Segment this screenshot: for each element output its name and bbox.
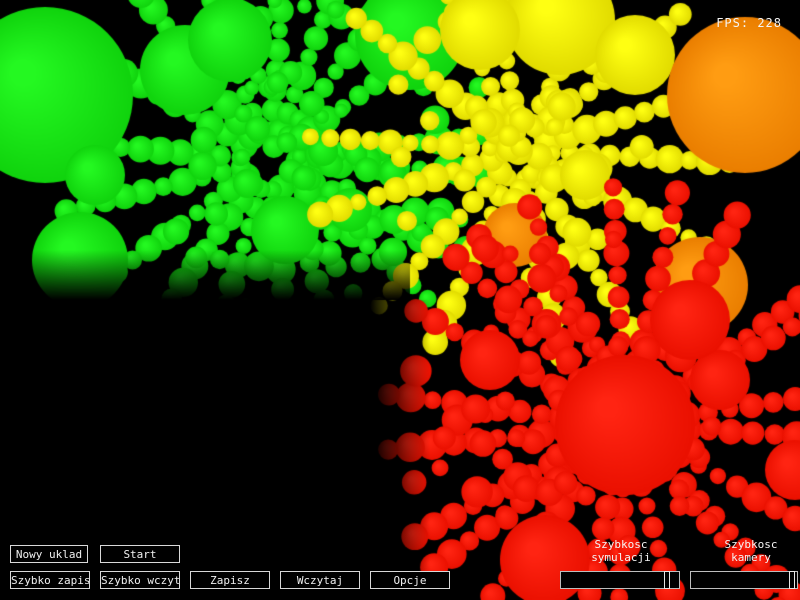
camera-speed-label: Szybkosc kamery [716, 538, 786, 564]
simulation-speed-slider-fill [561, 572, 665, 588]
camera-speed-slider-fill [691, 572, 790, 588]
new-layout-button[interactable]: Nowy uklad [10, 545, 88, 563]
camera-speed-slider-knob[interactable] [789, 571, 795, 589]
simulation-speed-slider[interactable] [560, 571, 680, 589]
simulation-speed-label-line1: Szybkosc [594, 538, 648, 551]
simulation-speed-slider-knob[interactable] [664, 571, 670, 589]
start-button[interactable]: Start [100, 545, 180, 563]
fps-counter: FPS: 228 [716, 16, 782, 30]
load-button[interactable]: Wczytaj [280, 571, 360, 589]
camera-speed-label-line2: kamery [731, 551, 771, 564]
camera-speed-label-line1: Szybkosc [724, 538, 778, 551]
particle-scene-viewport[interactable] [0, 0, 800, 600]
simulation-speed-label-line2: symulacji [591, 551, 651, 564]
options-button[interactable]: Opcje [370, 571, 450, 589]
camera-speed-slider[interactable] [690, 571, 798, 589]
quick-save-button[interactable]: Szybko zapisz [10, 571, 90, 589]
quick-load-button[interactable]: Szybko wczytaj [100, 571, 180, 589]
simulation-speed-label: Szybkosc symulacji [586, 538, 656, 564]
save-button[interactable]: Zapisz [190, 571, 270, 589]
